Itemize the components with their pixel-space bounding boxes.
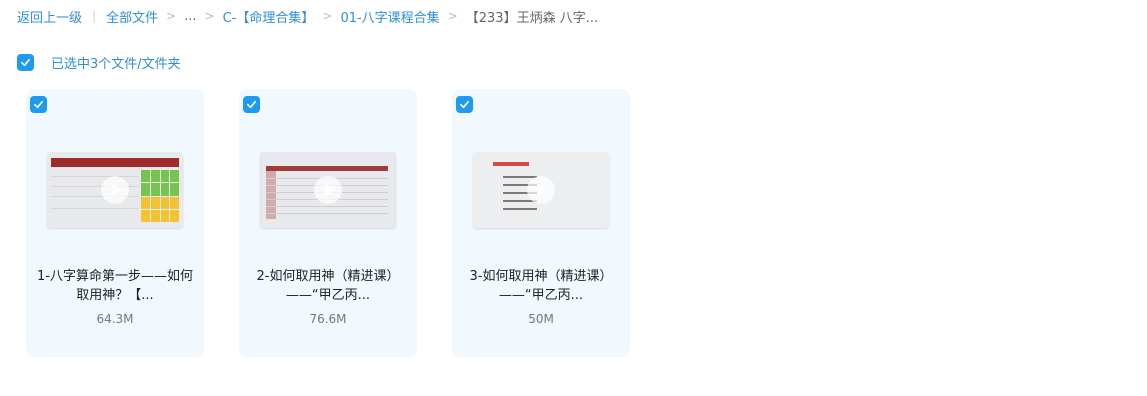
chevron-right-icon: > (204, 9, 215, 23)
checkmark-icon (460, 100, 469, 109)
file-card[interactable]: 1-八字算命第一步——如何 取用神？【... 64.3M (26, 89, 204, 357)
file-card[interactable]: 3-如何取用神（精进课） ——“甲乙丙... 50M (452, 89, 630, 357)
select-all-checkbox[interactable] (17, 54, 34, 71)
chevron-right-icon: > (166, 9, 177, 23)
file-checkbox[interactable] (30, 96, 47, 113)
play-icon[interactable] (314, 176, 342, 204)
breadcrumb-item-subfolder[interactable]: 01-八字课程合集 (340, 7, 439, 26)
chevron-right-icon: > (447, 9, 458, 23)
breadcrumb-divider: | (92, 9, 97, 23)
file-checkbox[interactable] (456, 96, 473, 113)
play-icon[interactable] (101, 176, 129, 204)
file-name[interactable]: 2-如何取用神（精进课） ——“甲乙丙... (245, 267, 411, 305)
selection-bar: 已选中3个文件/文件夹 (17, 53, 181, 72)
file-card[interactable]: 2-如何取用神（精进课） ——“甲乙丙... 76.6M (239, 89, 417, 357)
file-checkbox[interactable] (243, 96, 260, 113)
video-thumbnail[interactable] (473, 152, 609, 228)
file-name[interactable]: 3-如何取用神（精进课） ——“甲乙丙... (458, 267, 624, 305)
file-size: 76.6M (309, 312, 347, 326)
back-link[interactable]: 返回上一级 (17, 7, 82, 26)
file-name[interactable]: 1-八字算命第一步——如何 取用神？【... (32, 267, 198, 305)
checkmark-icon (21, 58, 30, 67)
breadcrumb-item-ellipsis[interactable]: ... (184, 9, 196, 24)
selection-count: 已选中3个文件/文件夹 (51, 57, 181, 72)
breadcrumb-item-all-files[interactable]: 全部文件 (106, 7, 158, 26)
checkmark-icon (34, 100, 43, 109)
breadcrumb-item-folder[interactable]: C-【命理合集】 (223, 7, 315, 26)
file-size: 50M (528, 312, 554, 326)
breadcrumb-item-current: 【233】王炳森 八字... (465, 10, 599, 26)
video-thumbnail[interactable] (47, 152, 183, 228)
breadcrumb: 返回上一级 | 全部文件 > ... > C-【命理合集】 > 01-八字课程合… (17, 7, 599, 26)
play-icon[interactable] (527, 176, 555, 204)
checkmark-icon (247, 100, 256, 109)
chevron-right-icon: > (322, 9, 333, 23)
video-thumbnail[interactable] (260, 152, 396, 228)
file-size: 64.3M (96, 312, 134, 326)
